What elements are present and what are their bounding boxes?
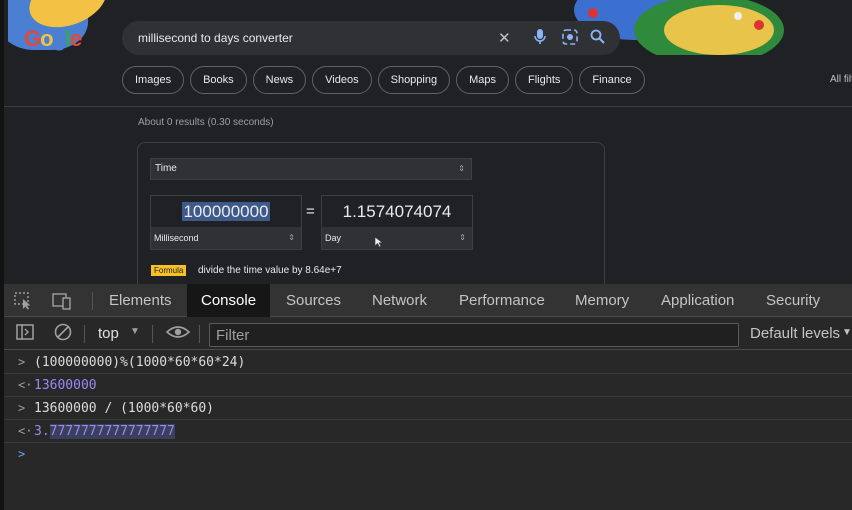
console-output-2-prefix: 3. xyxy=(34,424,50,439)
equals-sign: = xyxy=(306,203,315,220)
category-select-value: Time xyxy=(155,163,177,174)
result-arrow-icon: <· xyxy=(18,378,33,392)
chip-maps[interactable]: Maps xyxy=(456,66,510,94)
from-value-input[interactable]: 100000000 xyxy=(151,202,301,222)
console-input-line[interactable]: > 13600000 / (1000*60*60) xyxy=(4,397,852,420)
console-result-line[interactable]: <· 3.7777777777777777 xyxy=(4,420,852,443)
toolbar-separator xyxy=(84,325,85,343)
to-value-input[interactable]: 1.1574074074 xyxy=(322,202,472,222)
search-filter-chips: Images Books News Videos Shopping Maps F… xyxy=(122,66,645,94)
search-query[interactable]: millisecond to days converter xyxy=(138,31,293,45)
filter-input[interactable] xyxy=(210,324,738,346)
toolbar-separator xyxy=(199,325,200,343)
chip-finance[interactable]: Finance xyxy=(579,66,645,94)
console-output-2: 3.7777777777777777 xyxy=(34,424,175,439)
search-icon[interactable] xyxy=(590,29,605,48)
updown-icon: ⇕ xyxy=(458,164,465,173)
dropdown-arrow-icon[interactable]: ▼ xyxy=(842,327,852,338)
search-box[interactable]: millisecond to days converter ✕ xyxy=(122,21,620,55)
tab-sources[interactable]: Sources xyxy=(286,284,341,317)
context-selector[interactable]: top xyxy=(98,325,119,342)
microphone-icon[interactable] xyxy=(534,29,546,49)
dropdown-arrow-icon[interactable]: ▼ xyxy=(130,326,140,337)
tab-console[interactable]: Console xyxy=(187,284,271,317)
device-toolbar-icon[interactable] xyxy=(52,292,72,315)
input-prompt-icon: > xyxy=(18,401,26,415)
console-toolbar: top ▼ Default levels ▼ xyxy=(4,318,852,350)
all-filters-link[interactable]: All filte xyxy=(830,74,852,85)
console-output-2-selected: 7777777777777777 xyxy=(49,424,175,439)
updown-icon: ⇕ xyxy=(459,233,466,242)
chip-shopping[interactable]: Shopping xyxy=(377,66,451,94)
lens-icon[interactable] xyxy=(562,29,578,49)
sidebar-toggle-icon[interactable] xyxy=(16,323,34,346)
from-unit-select[interactable]: Millisecond ⇕ xyxy=(151,227,301,249)
console-prompt-line[interactable]: > xyxy=(4,443,852,466)
category-select[interactable]: Time ⇕ xyxy=(150,158,472,180)
to-unit-box: 1.1574074074 Day ⇕ xyxy=(321,195,473,250)
console-input-1: (100000000)%(1000*60*60*24) xyxy=(34,355,246,370)
tab-memory[interactable]: Memory xyxy=(575,284,629,317)
to-unit-value: Day xyxy=(325,233,342,243)
input-prompt-icon: > xyxy=(18,447,26,461)
chip-news[interactable]: News xyxy=(252,66,307,94)
toolbar-separator xyxy=(92,292,93,310)
tab-security[interactable]: Security xyxy=(766,284,820,317)
from-value-text: 100000000 xyxy=(182,202,270,221)
unit-converter-card: Time ⇕ 100000000 Millisecond ⇕ = 1.15740… xyxy=(137,142,605,284)
divider xyxy=(4,106,852,107)
console-result-line[interactable]: <· 13600000 xyxy=(4,374,852,397)
chip-books[interactable]: Books xyxy=(190,66,247,94)
tab-network[interactable]: Network xyxy=(372,284,427,317)
formula-badge: Formula xyxy=(151,265,187,276)
log-levels-dropdown[interactable]: Default levels xyxy=(750,325,840,342)
console-output: > (100000000)%(1000*60*60*24) <· 1360000… xyxy=(4,351,852,466)
devtools-tabbar: Elements Console Sources Network Perform… xyxy=(4,284,852,317)
tab-elements[interactable]: Elements xyxy=(109,284,172,317)
eye-icon[interactable] xyxy=(165,323,191,346)
console-output-1: 13600000 xyxy=(34,378,97,393)
formula-text: divide the time value by 8.64e+7 xyxy=(198,265,342,276)
tab-performance[interactable]: Performance xyxy=(459,284,545,317)
search-page: Gogle millisecond to days converter ✕ Im… xyxy=(0,0,852,284)
tab-application[interactable]: Application xyxy=(661,284,734,317)
toolbar-separator xyxy=(152,325,153,343)
console-input-2: 13600000 / (1000*60*60) xyxy=(34,401,215,416)
filter-input-box xyxy=(209,323,739,347)
chip-videos[interactable]: Videos xyxy=(312,66,372,94)
from-unit-box: 100000000 Millisecond ⇕ xyxy=(150,195,302,250)
updown-icon: ⇕ xyxy=(288,233,295,242)
inspect-element-icon[interactable] xyxy=(14,292,34,315)
result-stats: About 0 results (0.30 seconds) xyxy=(138,117,274,128)
clear-console-icon[interactable] xyxy=(54,323,72,346)
console-input-line[interactable]: > (100000000)%(1000*60*60*24) xyxy=(4,351,852,374)
chip-flights[interactable]: Flights xyxy=(515,66,574,94)
to-unit-select[interactable]: Day ⇕ xyxy=(322,227,472,249)
chip-images[interactable]: Images xyxy=(122,66,185,94)
devtools-panel: Elements Console Sources Network Perform… xyxy=(0,284,852,510)
result-arrow-icon: <· xyxy=(18,424,33,438)
mouse-cursor-icon xyxy=(374,236,384,251)
from-unit-value: Millisecond xyxy=(154,233,199,243)
google-logo[interactable]: Gogle xyxy=(24,26,82,52)
clear-icon[interactable]: ✕ xyxy=(498,29,511,47)
input-prompt-icon: > xyxy=(18,355,26,369)
